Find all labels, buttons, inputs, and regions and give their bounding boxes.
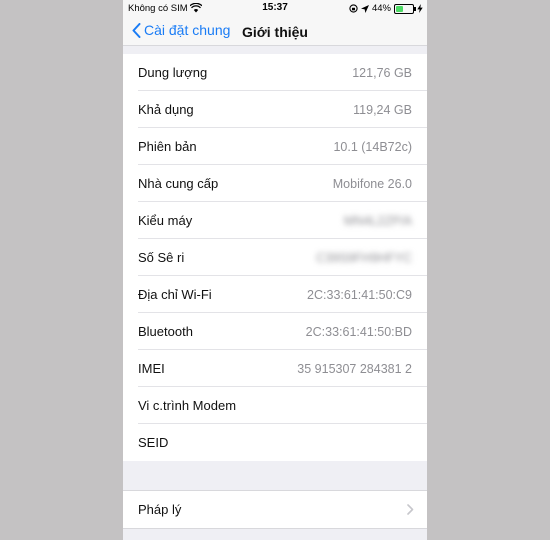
navigation-bar: Cài đặt chung Giới thiệu (123, 18, 427, 46)
legal-row[interactable]: Pháp lý (123, 491, 427, 528)
row-model: Kiểu máy MN4L2ZP/A (123, 202, 427, 239)
row-modem-firmware: Vi c.trình Modem (123, 387, 427, 424)
row-label: Vi c.trình Modem (138, 398, 237, 413)
row-value: 35 915307 284381 2 (297, 361, 412, 376)
row-value: 119,24 GB (353, 102, 412, 117)
chevron-right-icon (407, 504, 414, 515)
row-label: Khả dụng (138, 102, 194, 117)
battery-level (396, 5, 404, 12)
row-available: Khả dụng 119,24 GB (123, 91, 427, 128)
row-imei: IMEI 35 915307 284381 2 (123, 350, 427, 387)
row-label: Bluetooth (138, 324, 193, 339)
about-info-list: Dung lượng 121,76 GB Khả dụng 119,24 GB … (123, 54, 427, 461)
page-title: Giới thiệu (242, 24, 308, 40)
row-bluetooth: Bluetooth 2C:33:61:41:50:BD (123, 313, 427, 350)
row-value: C39S9FH9HFYC (316, 250, 412, 265)
status-right: 44% (349, 3, 423, 14)
rotation-lock-icon (349, 4, 358, 13)
row-label: Phiên bản (138, 139, 197, 154)
row-label: Số Sê ri (138, 250, 185, 265)
row-label: Địa chỉ Wi-Fi (138, 287, 212, 302)
row-label: Dung lượng (138, 65, 208, 80)
row-wifi-address: Địa chỉ Wi-Fi 2C:33:61:41:50:C9 (123, 276, 427, 313)
row-value: 2C:33:61:41:50:C9 (307, 287, 412, 302)
battery-percent: 44% (371, 3, 391, 14)
row-label: Nhà cung cấp (138, 176, 219, 191)
legal-label: Pháp lý (138, 502, 182, 517)
location-arrow-icon (360, 4, 369, 13)
charging-bolt-icon (417, 4, 423, 13)
row-label: SEID (138, 435, 169, 450)
row-carrier: Nhà cung cấp Mobifone 26.0 (123, 165, 427, 202)
row-value: 2C:33:61:41:50:BD (305, 324, 412, 339)
row-capacity: Dung lượng 121,76 GB (123, 54, 427, 91)
row-label: IMEI (138, 361, 165, 376)
legal-section: Pháp lý (123, 490, 427, 529)
row-value: 10.1 (14B72c) (333, 139, 412, 154)
row-serial: Số Sê ri C39S9FH9HFYC (123, 239, 427, 276)
row-value: 121,76 GB (352, 65, 412, 80)
row-label: Kiểu máy (138, 213, 193, 228)
row-value: Mobifone 26.0 (332, 176, 412, 191)
row-version: Phiên bản 10.1 (14B72c) (123, 128, 427, 165)
phone-screen: Không có SIM 15:37 44% Cài đặt chung Giớ… (123, 0, 427, 540)
row-value: MN4L2ZP/A (343, 213, 412, 228)
status-bar: Không có SIM 15:37 44% (123, 0, 427, 18)
row-seid[interactable]: SEID (123, 424, 427, 461)
battery-icon (394, 3, 416, 14)
